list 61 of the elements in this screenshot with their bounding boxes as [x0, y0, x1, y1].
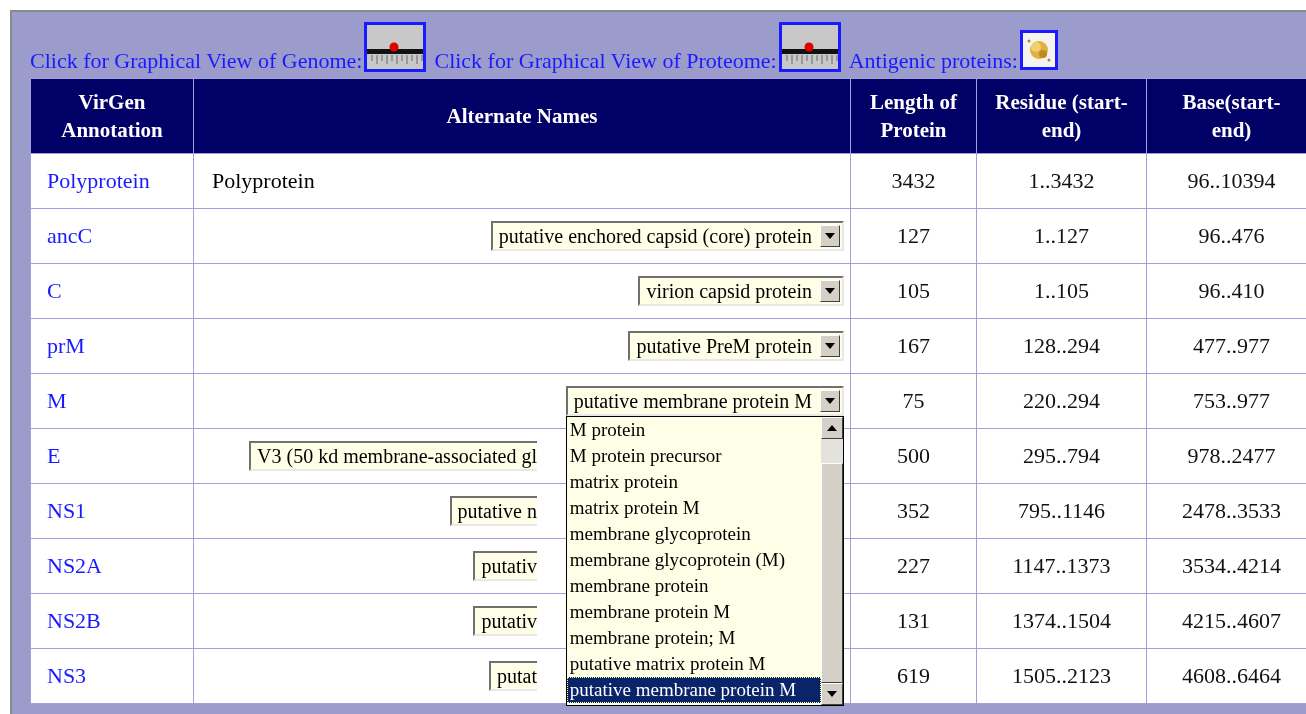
table-cell: 619: [850, 648, 977, 704]
table-cell: 127: [850, 208, 977, 264]
dropdown-option[interactable]: matrix protein: [566, 469, 821, 495]
table-cell: 131: [850, 593, 977, 649]
table-cell: 1374..1504: [976, 593, 1147, 649]
table-cell: 795..1146: [976, 483, 1147, 539]
dropdown[interactable]: putativ: [473, 551, 537, 581]
dropdown[interactable]: putative n: [449, 496, 537, 526]
table-cell: 1..3432: [976, 153, 1147, 209]
annotation-link[interactable]: NS1: [47, 498, 87, 523]
dropdown-option[interactable]: matrix protein M: [566, 495, 821, 521]
table-cell: 220..294: [976, 373, 1147, 429]
dropdown-option[interactable]: M protein precursor: [566, 443, 821, 469]
dropdown-option[interactable]: membrane protein: [566, 573, 821, 599]
table-cell: 1..127: [976, 208, 1147, 264]
dropdown-option[interactable]: membrane glycoprotein (M): [566, 547, 821, 573]
table-cell: 352: [850, 483, 977, 539]
map-thumbnail-icon[interactable]: [778, 22, 841, 72]
column-header: VirGen Annotation: [30, 78, 194, 154]
table-cell: 167: [850, 318, 977, 374]
table-cell: 3432: [850, 153, 977, 209]
table-cell: Polyprotein: [212, 168, 315, 193]
dropdown[interactable]: putative enchored capsid (core) protein: [490, 221, 844, 251]
annotation-link[interactable]: E: [47, 443, 61, 468]
dropdown[interactable]: putat: [489, 661, 537, 691]
table-cell: 128..294: [976, 318, 1147, 374]
table-cell: 1..105: [976, 263, 1147, 319]
column-header: Residue (start-end): [976, 78, 1147, 154]
table-cell: 105: [850, 263, 977, 319]
annotation-link[interactable]: C: [47, 278, 62, 303]
dropdown[interactable]: virion capsid protein: [638, 276, 844, 306]
table-cell: 1147..1373: [976, 538, 1147, 594]
annotation-link[interactable]: M: [47, 388, 67, 413]
dropdown-option[interactable]: membrane protein M: [566, 599, 821, 625]
dropdown[interactable]: putative PreM protein: [628, 331, 844, 361]
dropdown[interactable]: putative membrane protein M: [565, 386, 844, 416]
scrollbar-thumb[interactable]: [821, 463, 843, 683]
annotation-link[interactable]: NS2A: [47, 553, 102, 578]
annotation-link[interactable]: prM: [47, 333, 85, 358]
scroll-up-icon[interactable]: [821, 417, 843, 439]
column-header: Alternate Names: [193, 78, 851, 154]
annotation-link[interactable]: ancC: [47, 223, 93, 248]
dropdown[interactable]: V3 (50 kd membrane-associated gl: [249, 441, 537, 471]
column-header: Length of Protein: [850, 78, 977, 154]
annotation-link[interactable]: NS2B: [47, 608, 101, 633]
column-header: Base(start- end): [1146, 78, 1306, 154]
dropdown-option[interactable]: putative matrix protein M: [566, 651, 821, 677]
table-cell: 1505..2123: [976, 648, 1147, 704]
dropdown-option[interactable]: putative membrane protein M: [566, 677, 821, 703]
antigen-thumbnail-icon[interactable]: [1019, 30, 1058, 70]
dropdown[interactable]: putativ: [473, 606, 537, 636]
annotation-link[interactable]: NS3: [47, 663, 87, 688]
dropdown-option[interactable]: M protein: [566, 417, 821, 443]
table-cell: 295..794: [976, 428, 1147, 484]
scroll-down-icon[interactable]: [821, 683, 843, 705]
map-thumbnail-icon[interactable]: [364, 22, 427, 72]
dropdown-option[interactable]: membrane protein; M: [566, 625, 821, 651]
table-cell: 227: [850, 538, 977, 594]
dropdown-option[interactable]: membrane glycoprotein: [566, 521, 821, 547]
table-cell: 500: [850, 428, 977, 484]
table-cell: 75: [850, 373, 977, 429]
